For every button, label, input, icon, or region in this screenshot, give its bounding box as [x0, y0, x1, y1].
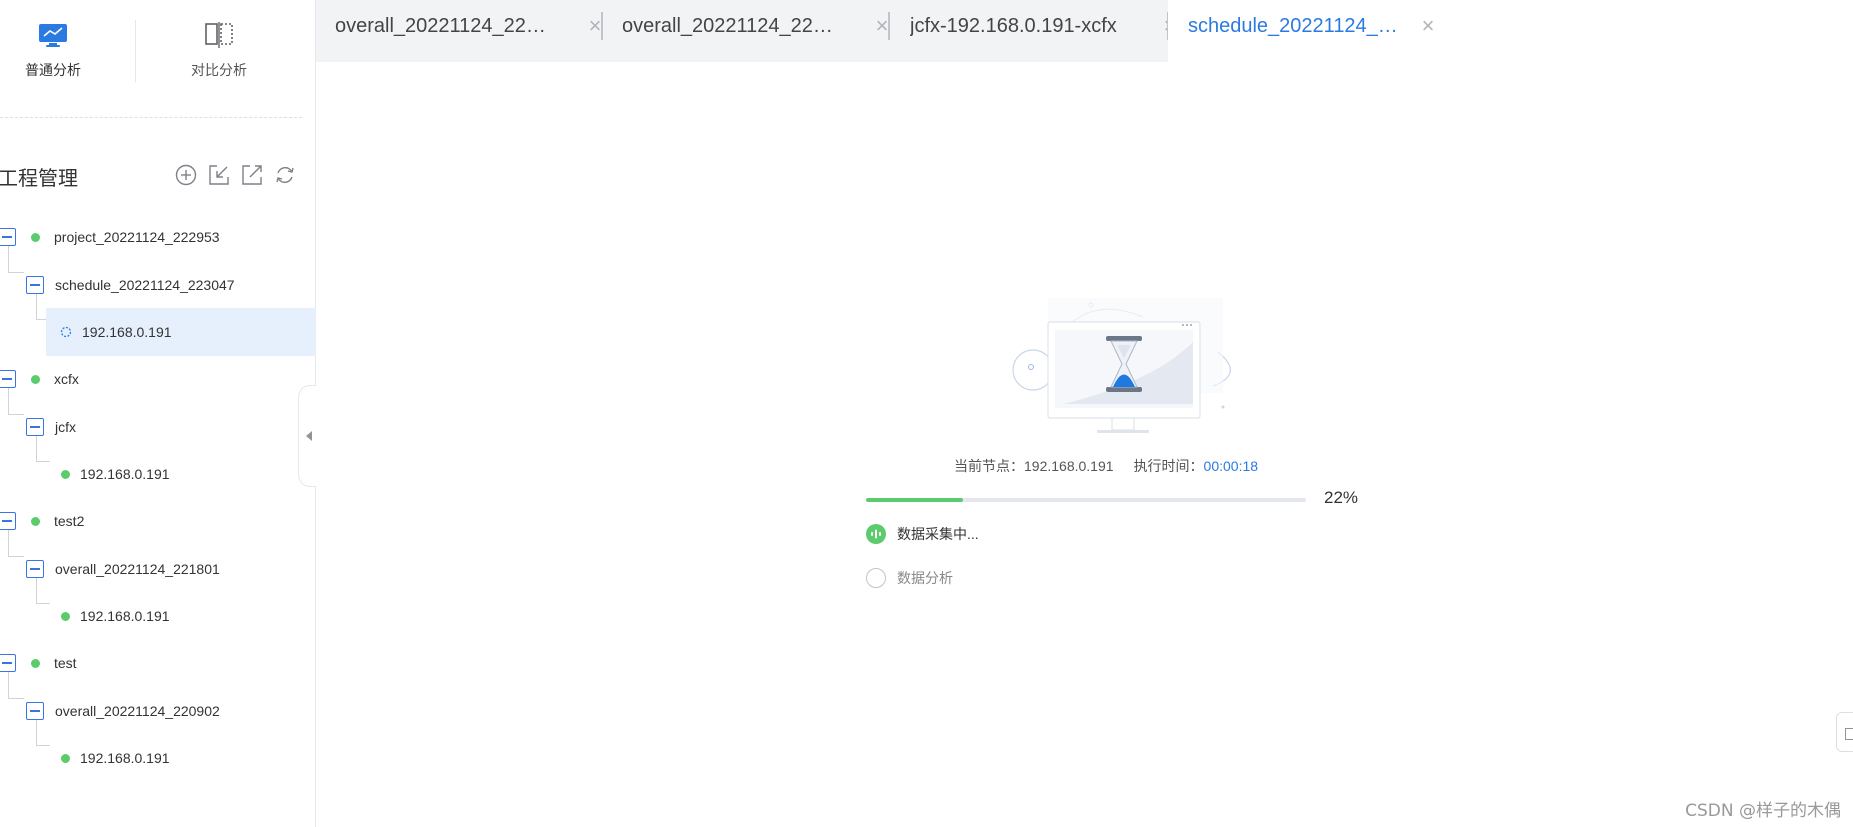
tab-separator	[888, 12, 890, 40]
tree-node-label: overall_20221124_221801	[55, 561, 220, 577]
tree-project-node[interactable]: xcfx	[0, 355, 298, 403]
collapse-toggle-icon[interactable]	[0, 228, 16, 246]
current-node-value: 192.168.0.191	[1024, 458, 1114, 474]
tree-host-node-selected[interactable]: 192.168.0.191	[46, 308, 316, 356]
sidebar: 普通分析 对比分析 工程管理 project_20221124_222953 s…	[0, 0, 316, 827]
status-dot-icon	[61, 753, 70, 763]
collapse-toggle-icon[interactable]	[26, 560, 44, 578]
tree-schedule-node[interactable]: overall_20221124_220902	[26, 687, 306, 735]
tab-label: jcfx-192.168.0.191-xcfx	[910, 14, 1117, 37]
progress-bar-fill	[866, 498, 963, 502]
tree-node-label: 192.168.0.191	[80, 608, 170, 624]
exec-time-value: 00:00:18	[1203, 458, 1259, 474]
tab-bar: overall_20221124_22… × overall_20221124_…	[316, 0, 1853, 62]
tree-node-label: overall_20221124_220902	[55, 703, 220, 719]
tree-node-label: schedule_20221124_223047	[55, 277, 235, 293]
status-dot-icon	[31, 658, 40, 668]
status-dot-icon	[31, 374, 40, 384]
step-label: 数据采集中...	[897, 526, 979, 542]
tree-node-label: test	[54, 655, 77, 671]
status-dot-icon	[61, 469, 70, 479]
current-node-info: 当前节点：192.168.0.191 执行时间：00:00:18	[954, 456, 1258, 476]
tree-schedule-node[interactable]: jcfx	[26, 403, 306, 451]
add-icon[interactable]	[174, 163, 198, 187]
tree-host-node[interactable]: 192.168.0.191	[46, 450, 316, 498]
tree-host-node[interactable]: 192.168.0.191	[46, 592, 316, 640]
refresh-icon[interactable]	[273, 163, 297, 187]
compare-analysis-label: 对比分析	[191, 62, 247, 78]
compare-icon	[164, 20, 274, 50]
loading-spinner-icon	[60, 326, 72, 338]
step-data-collection: 数据采集中...	[866, 524, 979, 544]
tree-project-node[interactable]: test2	[0, 497, 298, 545]
collapse-toggle-icon[interactable]	[0, 654, 16, 672]
collapse-toggle-icon[interactable]	[26, 276, 44, 294]
sidebar-collapse-handle[interactable]	[298, 385, 316, 487]
status-dot-icon	[31, 516, 40, 526]
step-label: 数据分析	[897, 570, 953, 586]
export-icon[interactable]	[240, 163, 264, 187]
tab-jcfx[interactable]: jcfx-192.168.0.191-xcfx ×	[910, 0, 1180, 52]
tab-overall-2[interactable]: overall_20221124_22… ×	[622, 0, 892, 52]
compare-analysis-button[interactable]: 对比分析	[164, 20, 274, 80]
close-icon[interactable]: ×	[1418, 15, 1438, 37]
tree-schedule-node[interactable]: overall_20221124_221801	[26, 545, 306, 593]
tab-overall-1[interactable]: overall_20221124_22… ×	[335, 0, 605, 52]
tree-schedule-node[interactable]: schedule_20221124_223047	[26, 261, 306, 309]
project-management-header: 工程管理	[0, 160, 302, 190]
tree-node-label: project_20221124_222953	[54, 229, 220, 245]
tree-node-label: 192.168.0.191	[82, 324, 172, 340]
pending-circle-icon	[866, 568, 886, 588]
collapse-toggle-icon[interactable]	[26, 702, 44, 720]
project-management-title: 工程管理	[0, 166, 78, 190]
progress-bar	[866, 498, 1306, 502]
step-data-analysis: 数据分析	[866, 568, 953, 588]
monitor-chart-icon	[0, 20, 108, 50]
progress-percent: 22%	[1324, 488, 1359, 507]
project-actions	[174, 163, 297, 187]
exec-time-label: 执行时间：	[1133, 458, 1204, 474]
tree-host-node[interactable]: 192.168.0.191	[46, 734, 316, 782]
tab-label: overall_20221124_22…	[622, 14, 833, 37]
current-node-label: 当前节点：	[954, 458, 1024, 474]
tree-node-label: 192.168.0.191	[80, 466, 170, 482]
ordinary-analysis-button[interactable]: 普通分析	[0, 20, 108, 80]
tab-schedule-active[interactable]: schedule_20221124_… ×	[1168, 0, 1454, 62]
tree-project-node[interactable]: project_20221124_222953	[0, 213, 298, 261]
status-dot-icon	[31, 232, 40, 242]
status-dot-icon	[61, 611, 70, 621]
tree-node-label: test2	[54, 513, 85, 529]
mode-divider	[135, 20, 136, 82]
analysis-mode-switch: 普通分析 对比分析	[0, 0, 302, 118]
collapse-toggle-icon[interactable]	[26, 418, 44, 436]
tab-label: overall_20221124_22…	[335, 14, 546, 37]
hourglass-monitor-illustration	[1012, 298, 1231, 433]
tab-separator	[601, 12, 603, 40]
side-panel-tab[interactable]	[1836, 712, 1853, 752]
collecting-icon	[866, 524, 886, 544]
collapse-toggle-icon[interactable]	[0, 512, 16, 530]
tree-node-label: jcfx	[55, 419, 76, 435]
ordinary-analysis-label: 普通分析	[25, 62, 81, 78]
tree-node-label: xcfx	[54, 371, 79, 387]
watermark: CSDN @样子的木偶	[1685, 801, 1841, 821]
tab-label: schedule_20221124_…	[1188, 14, 1398, 37]
tree-node-label: 192.168.0.191	[80, 750, 170, 766]
import-icon[interactable]	[207, 163, 231, 187]
collapse-toggle-icon[interactable]	[0, 370, 16, 388]
tree-project-node[interactable]: test	[0, 639, 298, 687]
